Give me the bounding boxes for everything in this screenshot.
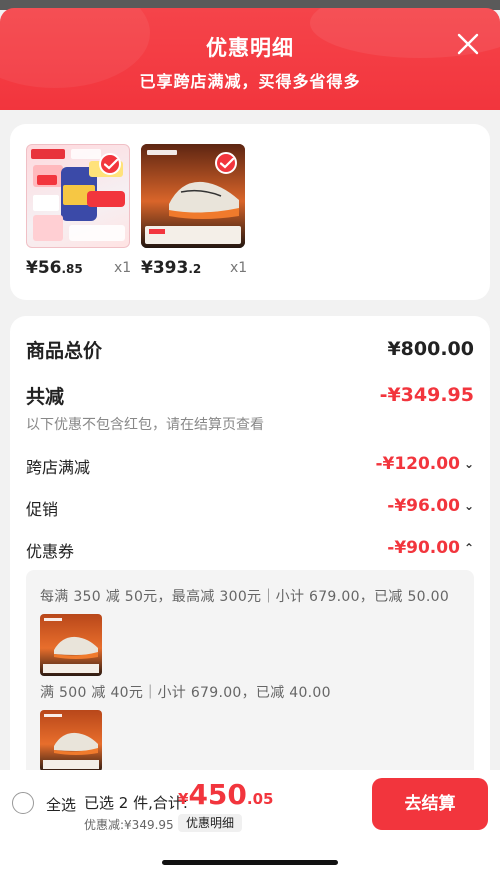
running-shoe-product-image (43, 714, 99, 769)
close-icon[interactable] (456, 32, 480, 56)
coupon-product-thumbnail (40, 710, 102, 772)
chevron-down-icon: ⌄ (463, 457, 474, 471)
selected-check-icon (99, 153, 121, 175)
total-reduce-label: 共减 (26, 386, 65, 408)
checkout-button[interactable]: 去结算 (372, 778, 488, 830)
cross-store-discount-label: 跨店满减 (26, 458, 91, 477)
product-thumbnail[interactable] (26, 144, 130, 248)
product-price: ¥393.2 (141, 258, 202, 278)
page-subtitle: 已享跨店满减，买得多省得多 (139, 72, 361, 91)
page-title: 优惠明细 (206, 36, 294, 60)
discount-detail-card: 商品总价 ¥800.00 共减 -¥349.95 以下优惠不包含红包，请在结算页… (10, 316, 490, 786)
cross-store-discount-toggle[interactable]: -¥120.00 ⌄ (375, 454, 474, 474)
coupon-details-panel: 每满 350 减 50元，最高减 300元｜小计 679.00，已减 50.00… (26, 570, 474, 786)
coupon-rule: 满 500 减 40元｜小计 679.00，已减 40.00 (40, 685, 331, 701)
home-indicator (162, 860, 338, 865)
goods-total-value: ¥800.00 (387, 338, 474, 360)
coupon-toggle[interactable]: -¥90.00 ⌃ (387, 538, 474, 558)
coupon-rule: 每满 350 减 50元，最高减 300元｜小计 679.00，已减 50.00 (40, 589, 450, 605)
discount-note: 以下优惠不包含红包，请在结算页查看 (26, 417, 264, 433)
product-thumbnail[interactable] (141, 144, 245, 248)
checkout-bar: 全选 已选 2 件,合计: ¥450.05 优惠减:¥349.95 优惠明细 去… (0, 770, 500, 877)
promotion-label: 促销 (26, 500, 59, 519)
goods-total-label: 商品总价 (26, 340, 103, 362)
chevron-up-icon: ⌃ (463, 541, 474, 555)
total-amount: ¥450.05 (178, 778, 274, 811)
select-all-radio[interactable] (12, 792, 34, 814)
product-price: ¥56.85 (26, 258, 83, 278)
total-reduce-value: -¥349.95 (379, 384, 474, 406)
selected-check-icon (215, 152, 237, 174)
discount-summary: 优惠减:¥349.95 (84, 818, 174, 832)
header: 优惠明细 已享跨店满减，买得多省得多 (0, 8, 500, 110)
coupon-product-thumbnail (40, 614, 102, 676)
chevron-down-icon: ⌄ (463, 499, 474, 513)
select-all-label[interactable]: 全选 (46, 794, 76, 815)
product-quantity: x1 (114, 260, 132, 276)
product-quantity: x1 (230, 260, 248, 276)
running-shoe-product-image (43, 618, 99, 673)
selected-summary: 已选 2 件,合计: (84, 794, 188, 812)
selected-products-card: ¥56.85 x1 ¥393.2 x1 (10, 124, 490, 300)
discount-detail-button[interactable]: 优惠明细 (178, 814, 243, 832)
coupon-label: 优惠券 (26, 542, 75, 561)
promotion-toggle[interactable]: -¥96.00 ⌄ (387, 496, 474, 516)
